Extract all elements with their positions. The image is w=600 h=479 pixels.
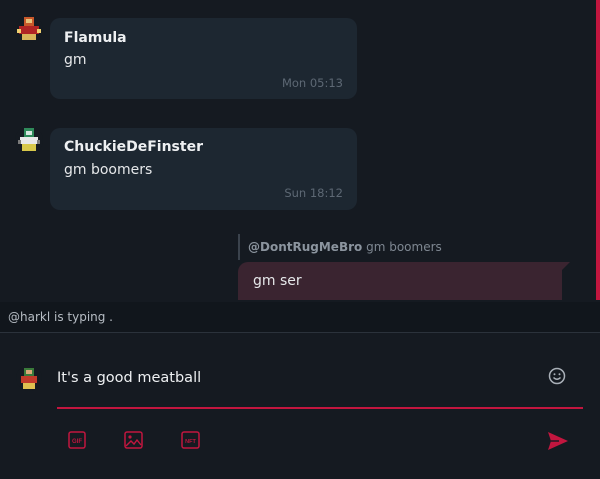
typing-indicator: @harkl is typing . xyxy=(0,302,600,333)
reply-quote[interactable]: @DontRugMeBro gm boomers xyxy=(238,234,442,260)
image-button[interactable] xyxy=(124,431,143,453)
nft-icon: NFT xyxy=(181,431,200,449)
nft-label: NFT xyxy=(185,439,196,445)
typing-text: @harkl is typing . xyxy=(8,310,113,324)
own-message-bubble: gm ser xyxy=(238,262,570,300)
message-timestamp: Mon 05:13 xyxy=(281,76,343,90)
message-bubble: ChuckieDeFinster gm boomers Sun 18:12 xyxy=(50,128,357,210)
avatar[interactable] xyxy=(15,126,43,154)
send-icon[interactable] xyxy=(547,431,569,451)
avatar[interactable] xyxy=(16,365,42,391)
message-bubble: Flamula gm Mon 05:13 xyxy=(50,18,357,99)
quote-author: @DontRugMeBro xyxy=(248,240,363,254)
smiley-icon[interactable] xyxy=(548,367,566,385)
gif-icon: GIF xyxy=(68,431,86,449)
message-text: gm ser xyxy=(253,273,302,289)
avatar[interactable] xyxy=(15,15,43,43)
message-input[interactable]: It's a good meatball xyxy=(57,359,583,409)
message-composer: It's a good meatball GIF NFT xyxy=(0,333,600,479)
scrollbar[interactable] xyxy=(596,0,600,300)
quote-text: gm boomers xyxy=(366,240,442,254)
message-author[interactable]: Flamula xyxy=(64,30,127,46)
message-input-value: It's a good meatball xyxy=(57,370,202,386)
gif-button[interactable]: GIF xyxy=(68,431,86,453)
image-icon xyxy=(124,431,143,449)
message-author[interactable]: ChuckieDeFinster xyxy=(64,139,203,155)
gif-label: GIF xyxy=(72,439,82,445)
message-timestamp: Sun 18:12 xyxy=(284,186,343,200)
nft-button[interactable]: NFT xyxy=(181,431,200,453)
message-text: gm xyxy=(64,52,87,68)
chat-history: Flamula gm Mon 05:13 ChuckieDeFinster gm… xyxy=(0,0,600,300)
bubble-tail xyxy=(562,262,570,270)
message-text: gm boomers xyxy=(64,162,153,178)
